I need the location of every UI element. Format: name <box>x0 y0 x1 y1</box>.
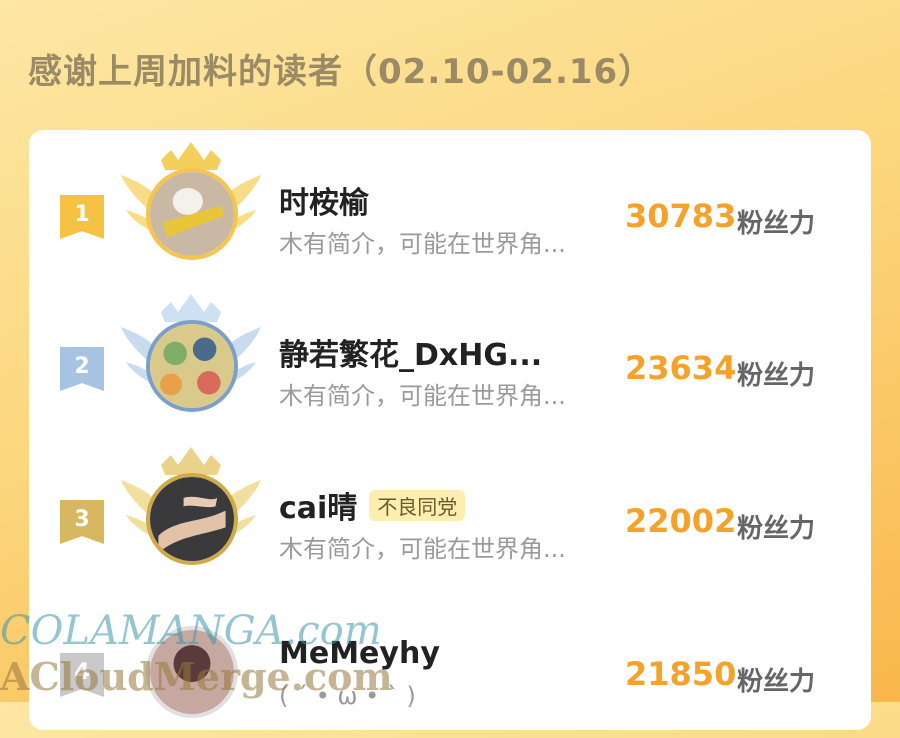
list-item[interactable]: 4 MeMeyhy ( ´ • ω • ` ) 21850 粉丝力 <box>29 598 871 738</box>
rank-badge-silver: 2 <box>60 347 104 391</box>
fan-score-unit: 粉丝力 <box>737 209 816 239</box>
avatar-frame <box>121 598 261 738</box>
reader-intro: ( ´ • ω • ` ) <box>279 682 416 710</box>
avatar[interactable] <box>146 626 238 718</box>
avatar[interactable] <box>146 320 238 412</box>
fan-score: 30783 <box>625 197 737 235</box>
fan-score-unit: 粉丝力 <box>737 361 816 391</box>
fan-score: 21850 <box>625 655 737 693</box>
fan-score-unit: 粉丝力 <box>737 667 816 697</box>
rank-badge: 4 <box>60 653 104 697</box>
list-item[interactable]: 3 cai晴 不良同党 木有简介，可能在世界角... 22002 粉丝力 <box>29 445 871 585</box>
rank-badge-gold: 1 <box>60 195 104 239</box>
list-item[interactable]: 2 静若繁花_DxHG... 木有简介，可能在世界角... 23634 粉丝力 <box>29 292 871 432</box>
reader-name[interactable]: cai晴 不良同党 <box>279 483 466 527</box>
avatar-frame <box>121 445 261 585</box>
rank-badge-bronze: 3 <box>60 500 104 544</box>
reader-list-card: 1 时桉榆 木有简介，可能在世界角... 30783 粉丝力 2 静若繁花_Dx… <box>29 130 871 730</box>
reader-intro: 木有简介，可能在世界角... <box>279 230 566 258</box>
avatar[interactable] <box>146 473 238 565</box>
page-title: 感谢上周加料的读者（02.10-02.16） <box>28 52 654 92</box>
fan-score-unit: 粉丝力 <box>737 514 816 544</box>
reader-name[interactable]: 静若繁花_DxHG... <box>279 330 542 374</box>
avatar-frame <box>121 140 261 280</box>
fan-score: 23634 <box>625 349 737 387</box>
list-item[interactable]: 1 时桉榆 木有简介，可能在世界角... 30783 粉丝力 <box>29 140 871 280</box>
fan-score: 22002 <box>625 502 737 540</box>
group-badge: 不良同党 <box>369 489 466 521</box>
avatar[interactable] <box>146 168 238 260</box>
reader-intro: 木有简介，可能在世界角... <box>279 535 566 563</box>
avatar-frame <box>121 292 261 432</box>
reader-name[interactable]: MeMeyhy <box>279 636 440 671</box>
reader-intro: 木有简介，可能在世界角... <box>279 382 566 410</box>
reader-name[interactable]: 时桉榆 <box>279 178 369 222</box>
